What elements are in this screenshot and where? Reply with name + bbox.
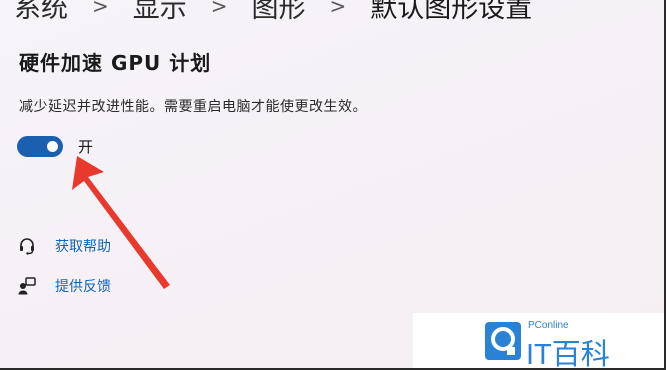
breadcrumb: 系统 > 显示 > 图形 > 默认图形设置 xyxy=(14,0,532,25)
watermark-name: IT百科 xyxy=(526,339,610,370)
setting-title: 硬件加速 GPU 计划 xyxy=(19,51,212,75)
help-headset-icon xyxy=(17,236,37,256)
give-feedback-link[interactable]: 提供反馈 xyxy=(17,276,111,296)
breadcrumb-separator: > xyxy=(92,0,109,18)
breadcrumb-item-system[interactable]: 系统 xyxy=(14,0,68,25)
breadcrumb-separator: > xyxy=(210,0,228,18)
get-help-label: 获取帮助 xyxy=(55,239,111,255)
get-help-link[interactable]: 获取帮助 xyxy=(17,236,111,256)
watermark: PConline IT百科 xyxy=(413,313,665,370)
breadcrumb-current: 默认图形设置 xyxy=(370,0,533,24)
give-feedback-label: 提供反馈 xyxy=(55,279,111,295)
pconline-logo-icon xyxy=(485,322,521,360)
gpu-scheduling-toggle-row: 开 xyxy=(17,136,93,157)
toggle-knob xyxy=(47,141,58,152)
feedback-person-icon xyxy=(17,276,37,296)
arrow-shape xyxy=(72,156,170,289)
breadcrumb-item-display[interactable]: 显示 xyxy=(133,0,187,25)
setting-description: 减少延迟并改进性能。需要重启电脑才能使更改生效。 xyxy=(19,99,367,115)
breadcrumb-item-graphics[interactable]: 图形 xyxy=(252,0,306,25)
breadcrumb-separator: > xyxy=(329,0,347,18)
gpu-scheduling-toggle[interactable] xyxy=(17,136,63,157)
watermark-site: PConline xyxy=(528,320,569,331)
toggle-state-label: 开 xyxy=(78,138,94,156)
